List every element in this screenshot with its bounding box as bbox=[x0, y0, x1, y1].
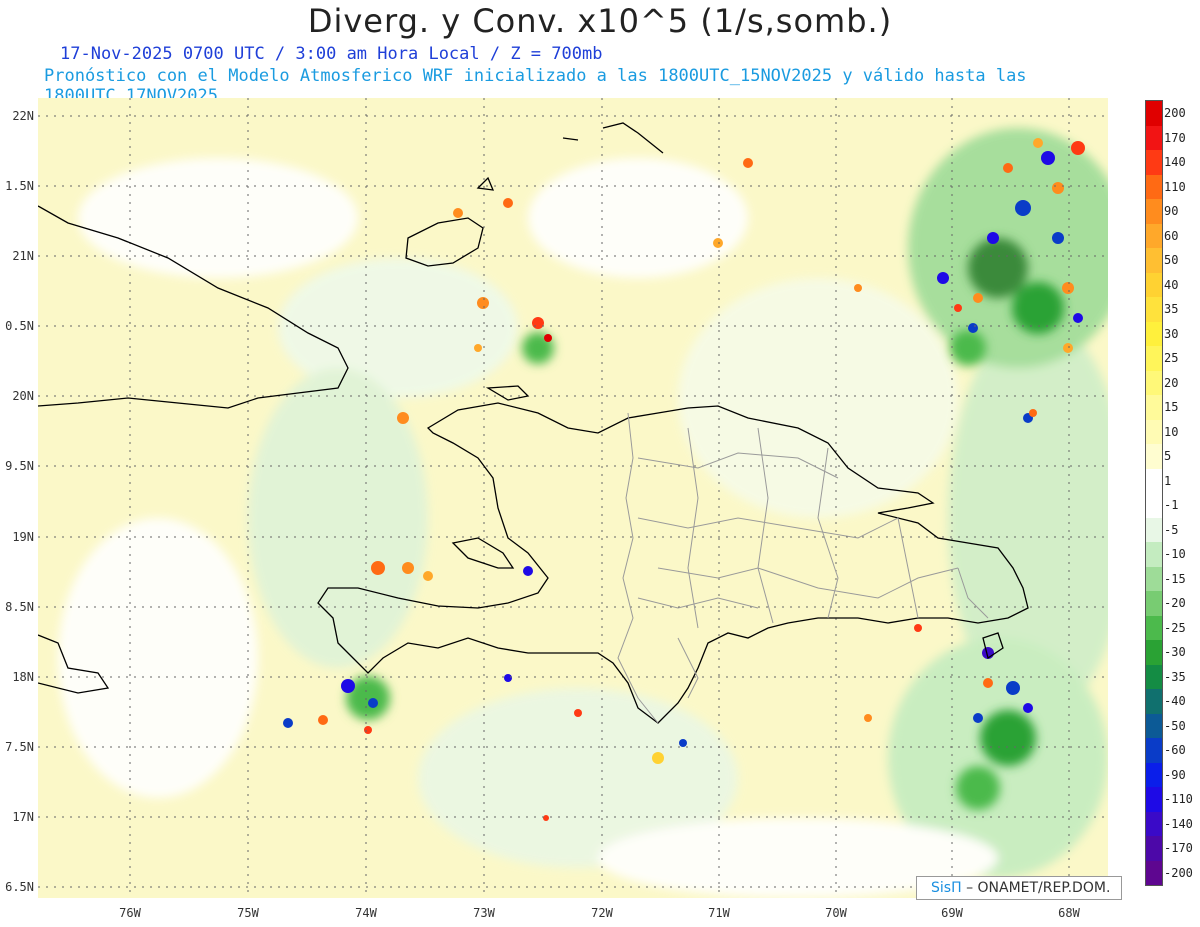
lat-label: 22N bbox=[12, 109, 34, 123]
colorbar-swatch bbox=[1146, 762, 1162, 787]
lon-label: 76W bbox=[119, 906, 141, 920]
colorbar-swatch bbox=[1146, 444, 1162, 469]
colorbar-label: -1 bbox=[1164, 498, 1179, 512]
watermark-brand: SisΠ bbox=[931, 880, 962, 896]
colorbar-label: 170 bbox=[1164, 130, 1186, 145]
colorbar-label: 20 bbox=[1164, 375, 1179, 390]
lat-label: 20N bbox=[12, 389, 34, 403]
colorbar-label: -50 bbox=[1164, 718, 1186, 733]
colorbar-label: 140 bbox=[1164, 155, 1186, 169]
colorbar-label: 90 bbox=[1164, 204, 1179, 218]
lon-label: 73W bbox=[473, 906, 495, 920]
lat-label: 8.5N bbox=[5, 600, 34, 614]
colorbar-label: 35 bbox=[1164, 302, 1179, 316]
lon-label: 70W bbox=[825, 906, 847, 920]
colorbar-swatch bbox=[1146, 811, 1162, 836]
lon-label: 72W bbox=[591, 906, 613, 920]
lat-label: 9.5N bbox=[5, 459, 34, 473]
colorbar-swatch bbox=[1146, 468, 1162, 493]
lon-label: 74W bbox=[355, 906, 377, 920]
colorbar-label: 50 bbox=[1164, 253, 1179, 267]
colorbar-label: -110 bbox=[1164, 792, 1193, 806]
colorbar-swatch bbox=[1146, 297, 1162, 322]
colorbar-label: -40 bbox=[1164, 694, 1186, 708]
map-svg bbox=[38, 98, 1108, 898]
colorbar-swatch bbox=[1146, 223, 1162, 248]
colorbar-swatch bbox=[1146, 787, 1162, 812]
colorbar-label: -15 bbox=[1164, 571, 1186, 586]
colorbar-swatch bbox=[1146, 517, 1162, 542]
map-plot-area bbox=[38, 98, 1108, 898]
colorbar-swatch bbox=[1146, 542, 1162, 567]
lat-label: 1.5N bbox=[5, 179, 34, 193]
colorbar-label: 10 bbox=[1164, 424, 1179, 439]
map-subtitle-date: 17-Nov-2025 0700 UTC / 3:00 am Hora Loca… bbox=[60, 44, 603, 64]
colorbar-swatch bbox=[1146, 591, 1162, 616]
lat-label: 21N bbox=[12, 249, 34, 263]
colorbar-label: 60 bbox=[1164, 228, 1179, 243]
colorbar-label: 25 bbox=[1164, 351, 1179, 365]
colorbar-label: -140 bbox=[1164, 816, 1193, 831]
colorbar-label: 40 bbox=[1164, 277, 1179, 292]
colorbar-label: -90 bbox=[1164, 767, 1186, 782]
lat-label: 19N bbox=[12, 530, 34, 544]
colorbar-swatch bbox=[1146, 566, 1162, 591]
colorbar-swatch bbox=[1146, 640, 1162, 665]
colorbar-swatch bbox=[1146, 615, 1162, 640]
colorbar-label: 1 bbox=[1164, 473, 1172, 488]
colorbar-swatch bbox=[1146, 689, 1162, 714]
colorbar-label: 30 bbox=[1164, 326, 1179, 341]
colorbar-swatch bbox=[1146, 174, 1162, 199]
colorbar-label: -60 bbox=[1164, 743, 1186, 757]
colorbar-label: 15 bbox=[1164, 400, 1179, 414]
map-title: Diverg. y Conv. x10^5 (1/s,somb.) bbox=[307, 2, 893, 40]
lon-label: 68W bbox=[1058, 906, 1080, 920]
colorbar-swatch bbox=[1146, 125, 1162, 150]
lon-label: 75W bbox=[237, 906, 259, 920]
colorbar-swatch bbox=[1146, 395, 1162, 420]
colorbar-swatch bbox=[1146, 836, 1162, 861]
lat-label: 6.5N bbox=[5, 880, 34, 894]
watermark-org: – ONAMET/REP.DOM. bbox=[966, 880, 1111, 896]
colorbar-label: -20 bbox=[1164, 596, 1186, 610]
colorbar-label: -170 bbox=[1164, 841, 1193, 855]
colorbar-swatch bbox=[1146, 419, 1162, 444]
colorbar-label: -35 bbox=[1164, 669, 1186, 684]
colorbar-label: 5 bbox=[1164, 449, 1172, 463]
lon-label: 69W bbox=[941, 906, 963, 920]
colorbar-swatch bbox=[1146, 738, 1162, 763]
colorbar-swatch bbox=[1146, 150, 1162, 175]
lat-label: 17N bbox=[12, 810, 34, 824]
lat-label: 7.5N bbox=[5, 740, 34, 754]
colorbar-label: -200 bbox=[1164, 865, 1193, 880]
colorbar-swatch bbox=[1146, 321, 1162, 346]
colorbar-label: 200 bbox=[1164, 106, 1186, 120]
colorbar-swatch bbox=[1146, 370, 1162, 395]
colorbar-label: 110 bbox=[1164, 179, 1186, 194]
colorbar-swatch bbox=[1146, 248, 1162, 273]
colorbar-label: -30 bbox=[1164, 645, 1186, 659]
lon-label: 71W bbox=[708, 906, 730, 920]
lat-label: 0.5N bbox=[5, 319, 34, 333]
watermark: SisΠ – ONAMET/REP.DOM. bbox=[916, 876, 1122, 900]
colorbar-swatch bbox=[1146, 493, 1162, 518]
lat-label: 18N bbox=[12, 670, 34, 684]
colorbar-label: -5 bbox=[1164, 522, 1179, 537]
colorbar bbox=[1145, 100, 1163, 886]
colorbar-swatch bbox=[1146, 272, 1162, 297]
colorbar-swatch bbox=[1146, 199, 1162, 224]
field-background bbox=[38, 98, 1108, 898]
colorbar-label: -25 bbox=[1164, 620, 1186, 635]
colorbar-swatch bbox=[1146, 101, 1162, 126]
colorbar-swatch bbox=[1146, 713, 1162, 738]
colorbar-swatch bbox=[1146, 664, 1162, 689]
colorbar-swatch bbox=[1146, 860, 1162, 885]
colorbar-label: -10 bbox=[1164, 547, 1186, 561]
colorbar-swatch bbox=[1146, 346, 1162, 371]
